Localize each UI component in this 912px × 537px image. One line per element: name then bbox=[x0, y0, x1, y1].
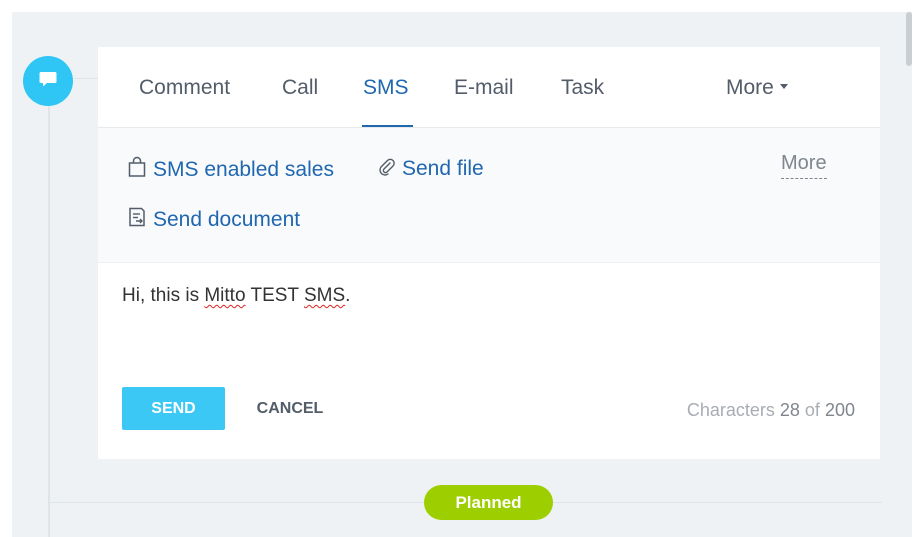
activity-editor-card: Comment Call SMS E-mail Task More SMS en… bbox=[98, 47, 880, 459]
scrollbar-thumb[interactable] bbox=[906, 12, 912, 66]
message-text: . bbox=[345, 285, 351, 306]
sms-enabled-sales-label: SMS enabled sales bbox=[153, 158, 334, 181]
activity-tabs: Comment Call SMS E-mail Task More bbox=[98, 47, 880, 128]
paperclip-icon bbox=[376, 156, 402, 182]
tab-sms[interactable]: SMS bbox=[363, 76, 409, 100]
sms-enabled-sales-link[interactable]: SMS enabled sales bbox=[127, 156, 334, 184]
active-tab-indicator bbox=[362, 125, 413, 127]
sms-toolbar: SMS enabled sales Send file More Send do… bbox=[98, 128, 880, 263]
send-file-label: Send file bbox=[402, 157, 484, 180]
cancel-button[interactable]: CANCEL bbox=[240, 387, 340, 430]
tab-task[interactable]: Task bbox=[561, 76, 604, 100]
send-document-link[interactable]: Send document bbox=[127, 206, 300, 234]
character-counter-of: of bbox=[804, 400, 820, 420]
timeline-connector bbox=[74, 78, 98, 79]
status-badge: Planned bbox=[424, 485, 553, 520]
send-file-link[interactable]: Send file bbox=[376, 156, 484, 182]
tab-call[interactable]: Call bbox=[282, 76, 318, 100]
timeline-comment-marker bbox=[23, 56, 73, 106]
sms-message-textarea[interactable]: Hi, this is Mitto TEST SMS. bbox=[122, 285, 852, 307]
character-counter-prefix: Characters bbox=[686, 400, 775, 420]
spellcheck-word: Mitto bbox=[204, 285, 246, 306]
send-document-label: Send document bbox=[153, 208, 301, 231]
character-count-max: 200 bbox=[824, 400, 855, 420]
shopping-bag-icon bbox=[127, 156, 153, 184]
timeline-line bbox=[48, 95, 50, 537]
chevron-down-icon bbox=[779, 83, 788, 89]
spellcheck-word: SMS bbox=[303, 285, 346, 306]
character-counter: Characters 28 of 200 bbox=[687, 400, 855, 421]
tab-more[interactable]: More bbox=[726, 76, 788, 100]
toolbar-more-link[interactable]: More bbox=[781, 152, 827, 179]
message-text: TEST bbox=[245, 285, 304, 306]
tab-comment[interactable]: Comment bbox=[139, 76, 230, 100]
character-count-current: 28 bbox=[779, 400, 800, 420]
message-text: Hi, this is bbox=[122, 285, 205, 306]
chat-bubble-icon bbox=[37, 68, 59, 95]
tab-more-label: More bbox=[726, 76, 774, 99]
document-icon bbox=[127, 206, 153, 234]
send-button[interactable]: SEND bbox=[122, 387, 225, 430]
tab-email[interactable]: E-mail bbox=[454, 76, 514, 100]
